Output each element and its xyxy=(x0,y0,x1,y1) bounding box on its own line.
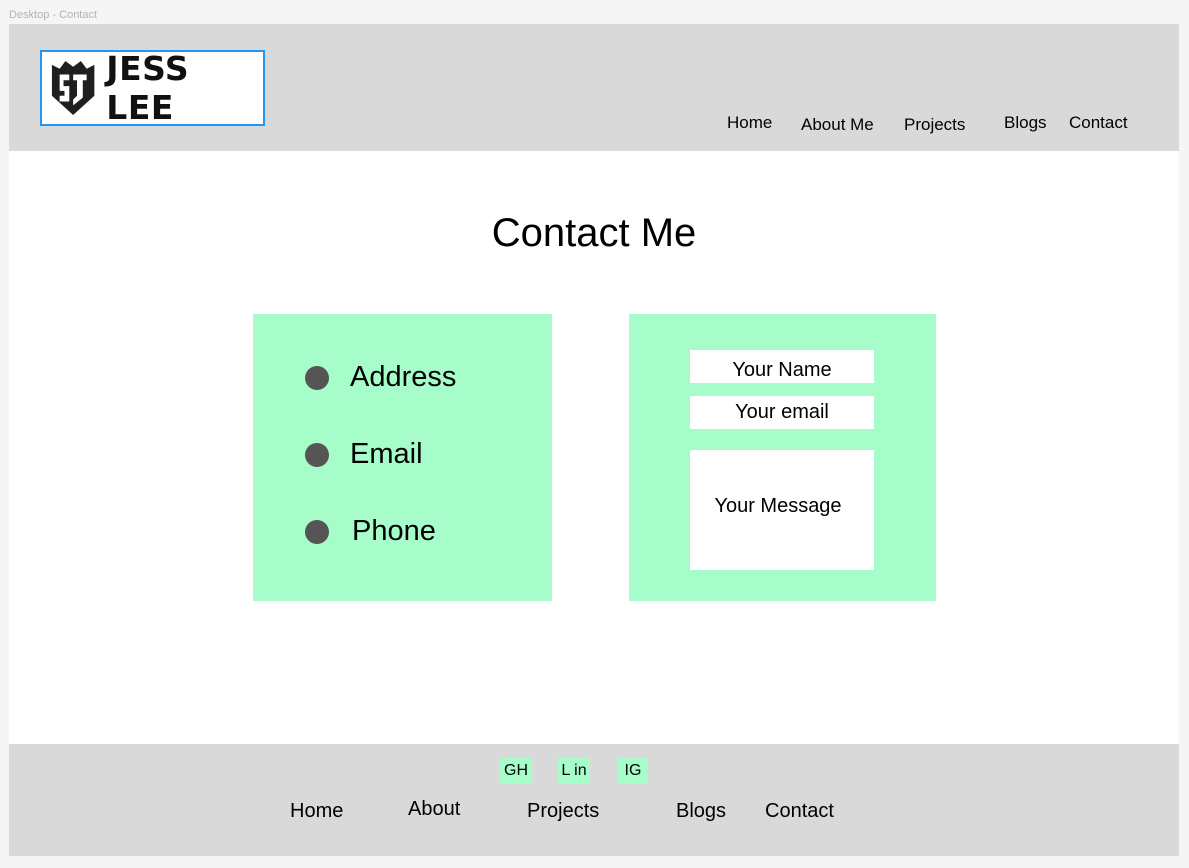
bullet-icon xyxy=(305,365,329,390)
frame-label: Desktop - Contact xyxy=(9,9,98,21)
phone-row: Phone xyxy=(305,515,436,548)
contact-form-card: Your Name Your email Your Message xyxy=(629,314,936,601)
page-frame: JESS LEE Home About Me Projects Blogs Co… xyxy=(9,24,1179,856)
contact-info-card: Address Email Phone xyxy=(253,314,552,601)
footer-nav-home[interactable]: Home xyxy=(290,800,343,823)
footer-nav-projects[interactable]: Projects xyxy=(527,800,599,823)
message-field[interactable]: Your Message xyxy=(690,450,874,570)
instagram-link[interactable]: IG xyxy=(618,758,648,784)
footer-nav-contact[interactable]: Contact xyxy=(765,800,834,823)
footer-nav-about[interactable]: About xyxy=(408,798,460,821)
header: JESS LEE Home About Me Projects Blogs Co… xyxy=(9,24,1179,151)
footer-nav-blogs[interactable]: Blogs xyxy=(676,800,726,823)
nav-about-me[interactable]: About Me xyxy=(801,115,874,135)
shield-crest-icon xyxy=(51,60,95,116)
github-link[interactable]: GH xyxy=(500,758,532,784)
nav-contact[interactable]: Contact xyxy=(1069,113,1128,133)
page-title: Contact Me xyxy=(491,211,697,255)
nav-blogs[interactable]: Blogs xyxy=(1004,113,1047,133)
footer: GH L in IG Home About Projects Blogs Con… xyxy=(9,744,1179,856)
phone-label: Phone xyxy=(352,515,436,547)
address-row: Address xyxy=(305,361,456,394)
email-row: Email xyxy=(305,438,423,471)
nav-projects[interactable]: Projects xyxy=(904,115,965,135)
address-label: Address xyxy=(350,361,457,393)
logo-text: JESS LEE xyxy=(106,49,190,127)
bullet-icon xyxy=(305,442,329,467)
linkedin-link[interactable]: L in xyxy=(558,758,590,784)
name-field[interactable]: Your Name xyxy=(690,350,874,383)
nav-home[interactable]: Home xyxy=(727,113,772,133)
email-field[interactable]: Your email xyxy=(690,396,874,429)
email-label: Email xyxy=(350,438,423,470)
bullet-icon xyxy=(305,519,329,544)
logo[interactable]: JESS LEE xyxy=(40,49,265,127)
